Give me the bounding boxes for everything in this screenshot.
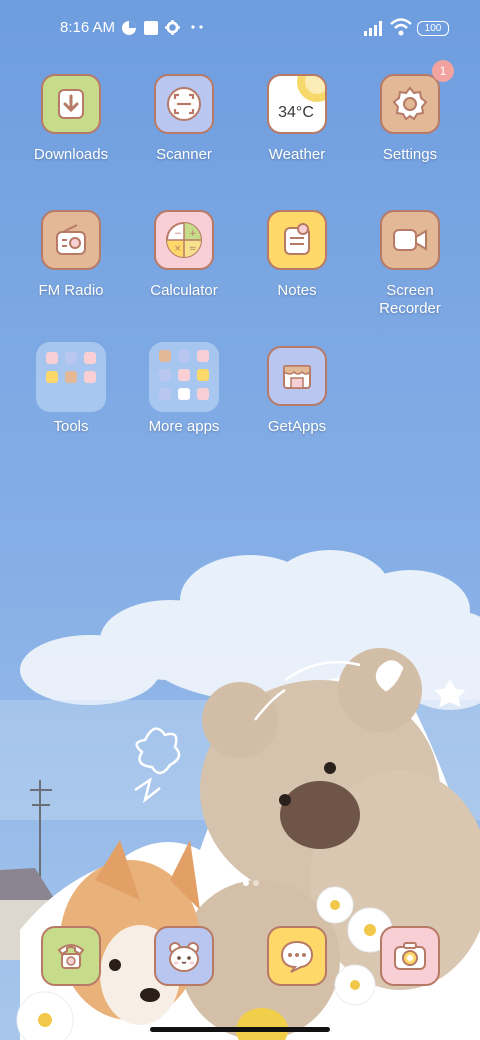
folder-tools[interactable]: Tools	[16, 342, 126, 442]
radio-icon	[41, 210, 101, 270]
signal-icon	[364, 21, 382, 36]
app-label: GetApps	[267, 418, 327, 435]
app-fm-radio[interactable]: FM Radio	[16, 210, 126, 310]
app-downloads[interactable]: Downloads	[16, 74, 126, 174]
app-weather[interactable]: 34°C Weather	[242, 74, 352, 174]
folder-icon	[36, 342, 106, 412]
settings-notification-badge: 1	[432, 60, 454, 82]
more-dots-icon	[191, 25, 203, 29]
app-label: Downloads	[33, 146, 109, 163]
svg-text:−: −	[174, 229, 182, 239]
weather-temp: 34°C	[278, 104, 314, 121]
dock-messages[interactable]	[242, 926, 352, 986]
video-camera-icon	[380, 210, 440, 270]
dock-phone[interactable]	[16, 926, 126, 986]
app-label: Calculator	[150, 282, 218, 299]
camera-icon	[380, 926, 440, 986]
status-bar: 8:16 AM 100	[0, 0, 480, 56]
dock-camera[interactable]	[355, 926, 465, 986]
notes-icon	[267, 210, 327, 270]
app-screen-recorder[interactable]: Screen Recorder	[355, 210, 465, 330]
app-label: More apps	[148, 418, 220, 435]
app-label: Scanner	[156, 146, 212, 163]
app-getapps[interactable]: GetApps	[242, 346, 352, 446]
gear-status-icon	[165, 20, 180, 35]
battery-icon: 100	[417, 21, 449, 36]
status-time: 8:16 AM	[60, 19, 116, 36]
shop-icon	[267, 346, 327, 406]
app-settings[interactable]: Settings	[355, 74, 465, 174]
app-label: Notes	[277, 282, 317, 299]
app-label: FM Radio	[38, 282, 104, 299]
app-calculator[interactable]: − + × = Calculator	[129, 210, 239, 310]
app-label: Tools	[53, 418, 89, 435]
app-label: Screen Recorder	[355, 282, 465, 318]
page-indicator-dot	[253, 880, 259, 886]
settings-icon	[380, 74, 440, 134]
bear-icon	[154, 926, 214, 986]
home-gesture-bar[interactable]	[150, 1027, 330, 1032]
svg-text:×: ×	[174, 244, 182, 254]
battery-level: 100	[424, 23, 442, 34]
dock-bear-app[interactable]	[129, 926, 239, 986]
wifi-icon	[390, 18, 412, 36]
message-icon	[267, 926, 327, 986]
weather-icon: 34°C	[267, 74, 327, 134]
folder-more-apps[interactable]: More apps	[129, 342, 239, 442]
downloads-icon	[41, 74, 101, 134]
app-label-line1: Screen	[386, 282, 434, 299]
pie-status-icon	[122, 21, 136, 35]
folder-icon	[149, 342, 219, 412]
app-notes[interactable]: Notes	[242, 210, 352, 310]
app-label-line2: Recorder	[379, 300, 441, 317]
calculator-icon: − + × =	[154, 210, 214, 270]
app-label: Weather	[268, 146, 326, 163]
square-status-icon	[144, 21, 158, 35]
page-indicator-dot-active	[243, 880, 249, 886]
svg-text:=: =	[189, 244, 197, 254]
svg-text:+: +	[189, 229, 197, 239]
app-label: Settings	[382, 146, 438, 163]
app-scanner[interactable]: Scanner	[129, 74, 239, 174]
scanner-icon	[154, 74, 214, 134]
phone-icon	[41, 926, 101, 986]
